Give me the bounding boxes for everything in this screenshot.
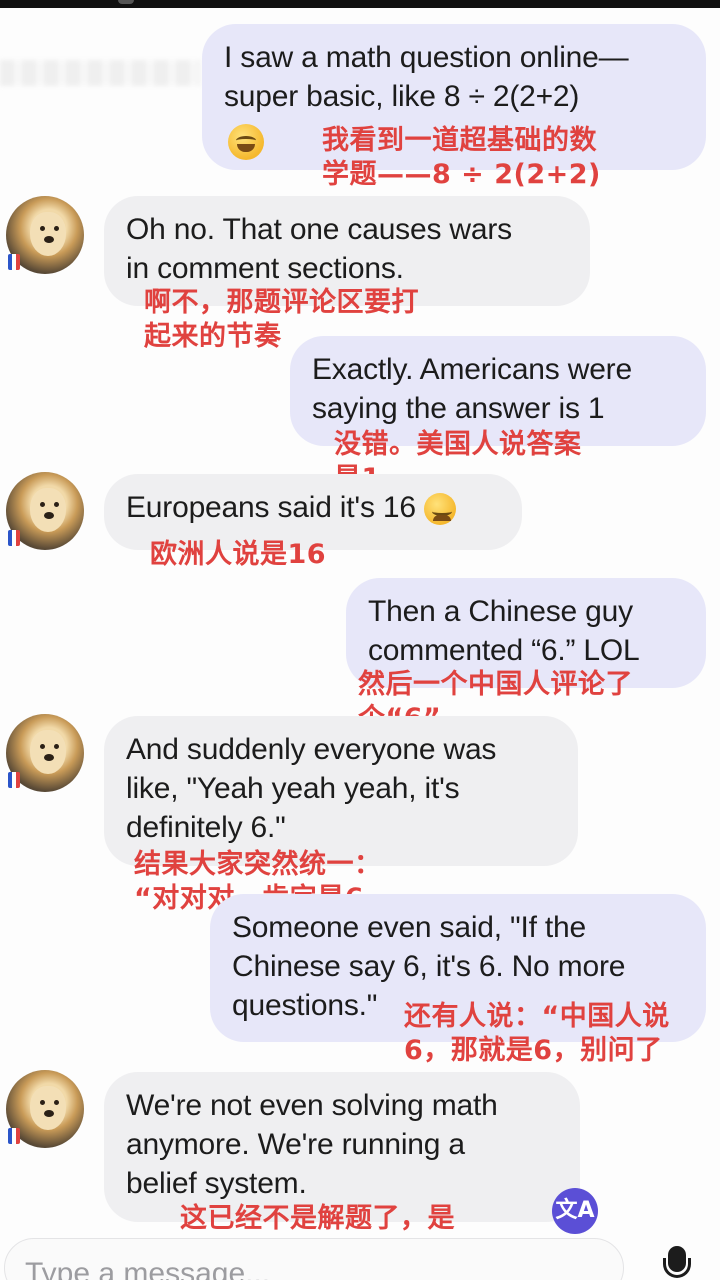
message-text: Oh no. That one causes wars in comment s… <box>126 213 512 285</box>
avatar[interactable] <box>6 196 84 274</box>
message-translation: 还有人说：“中国人说 6，那就是6，别问了 <box>404 1001 670 1066</box>
avatar-dog-face <box>30 212 66 256</box>
avatar-dog-face <box>30 1086 66 1130</box>
flag-icon <box>8 1128 20 1144</box>
avatar-nose <box>44 236 54 243</box>
message-bubble-incoming[interactable]: We're not even solving math anymore. We'… <box>104 1072 580 1222</box>
avatar-nose <box>44 512 54 519</box>
status-bar-notch <box>118 0 134 4</box>
blurred-contact-name <box>0 60 200 86</box>
message-text: Exactly. Americans were saying the answe… <box>312 353 632 425</box>
avatar[interactable] <box>6 714 84 792</box>
avatar-eye <box>54 502 59 507</box>
message-text: Then a Chinese guy commented “6.” LOL <box>368 595 640 667</box>
chat-screen: I saw a math question online— super basi… <box>0 0 720 1280</box>
avatar-eye <box>54 744 59 749</box>
flag-icon <box>8 530 20 546</box>
message-text: Europeans said it's 16 <box>126 491 416 524</box>
microphone-icon[interactable] <box>662 1246 692 1280</box>
avatar-dog-face <box>30 730 66 774</box>
message-text: And suddenly everyone was like, "Yeah ye… <box>126 733 497 844</box>
microphone-arc <box>663 1258 691 1278</box>
avatar[interactable] <box>6 1070 84 1148</box>
avatar-eye <box>40 226 45 231</box>
sad-face-emoji-icon <box>424 493 457 526</box>
status-bar <box>0 0 720 8</box>
avatar[interactable] <box>6 472 84 550</box>
avatar-dog-face <box>30 488 66 532</box>
avatar-eye <box>40 744 45 749</box>
avatar-nose <box>44 754 54 761</box>
message-composer: Type a message... <box>0 1234 720 1280</box>
avatar-eye <box>54 1100 59 1105</box>
message-input[interactable]: Type a message... <box>4 1238 624 1280</box>
message-text: I saw a math question online— super basi… <box>224 41 629 113</box>
message-bubble-incoming[interactable]: And suddenly everyone was like, "Yeah ye… <box>104 716 578 866</box>
avatar-nose <box>44 1110 54 1117</box>
message-translation: 欧洲人说是16 <box>150 539 327 570</box>
flag-icon <box>8 772 20 788</box>
avatar-eye <box>40 502 45 507</box>
translate-icon[interactable]: 文A <box>552 1188 598 1234</box>
avatar-eye <box>54 226 59 231</box>
message-translation: 我看到一道超基础的数 学题——8 ÷ 2(2+2) <box>322 125 601 190</box>
message-input-placeholder: Type a message... <box>25 1257 271 1280</box>
message-text: We're not even solving math anymore. We'… <box>126 1089 498 1200</box>
avatar-eye <box>40 1100 45 1105</box>
grinning-sweat-emoji-icon <box>228 124 264 160</box>
flag-icon <box>8 254 20 270</box>
